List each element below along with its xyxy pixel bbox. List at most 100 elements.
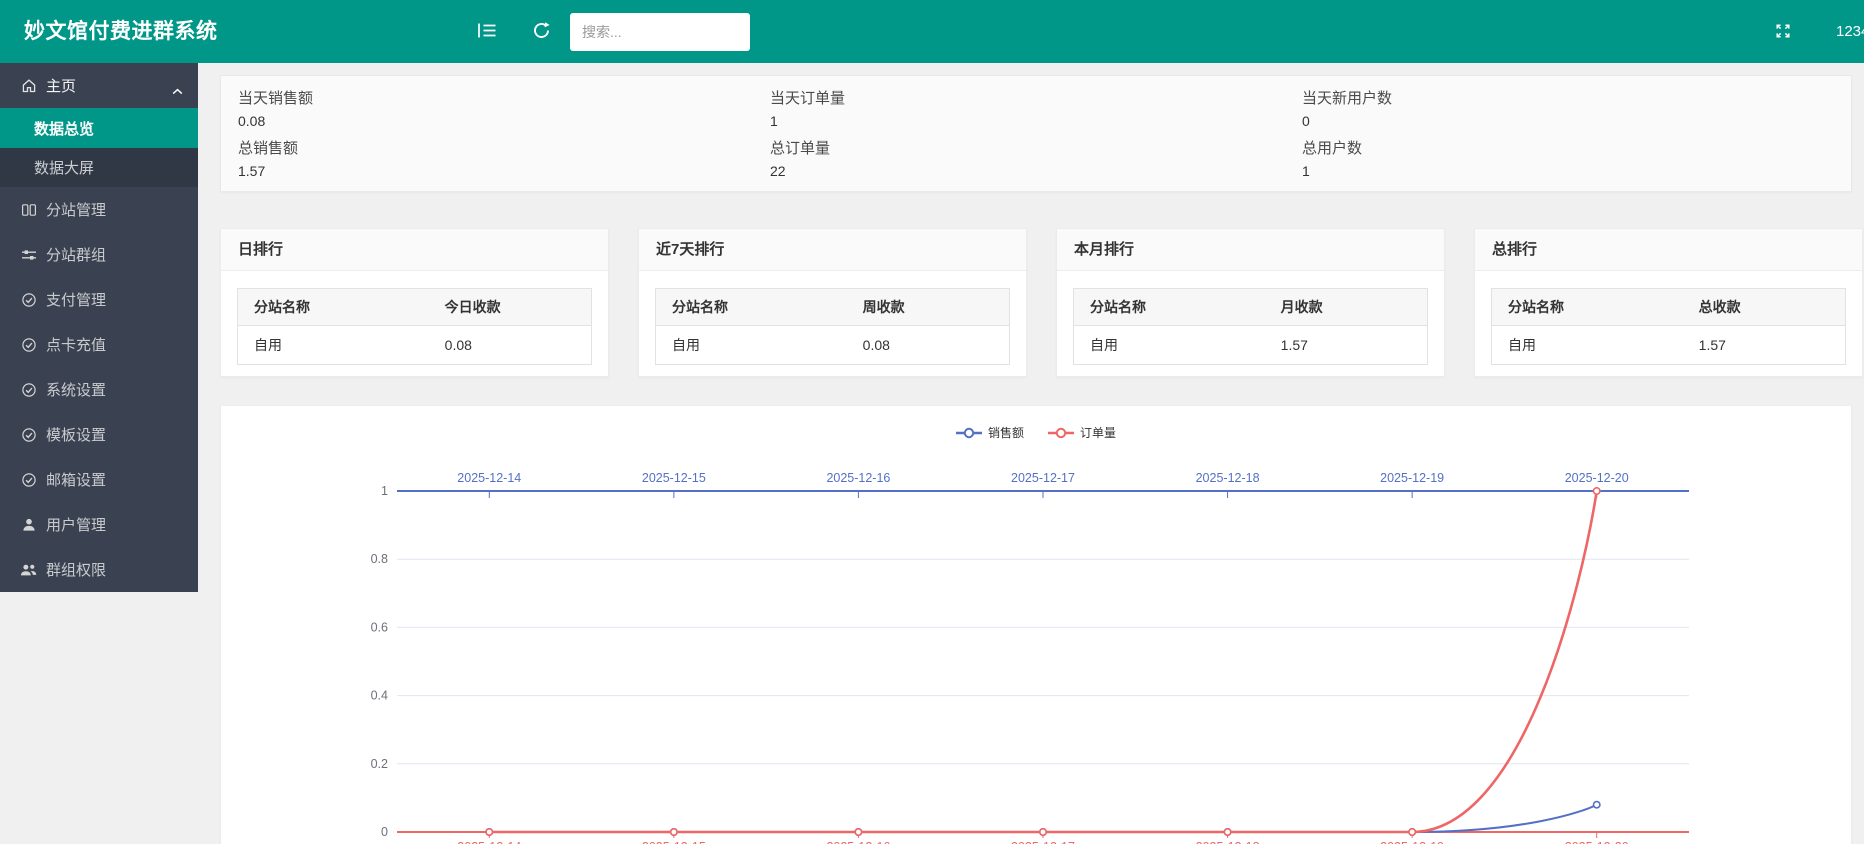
ranking-card: 日排行分站名称今日收款自用0.08	[220, 228, 609, 377]
stat-cell: 总用户数1	[1302, 139, 1834, 181]
svg-text:1: 1	[381, 484, 388, 498]
ranking-table-header: 分站名称	[656, 289, 847, 326]
ranking-table-cell: 自用	[1492, 326, 1683, 365]
svg-text:0: 0	[381, 825, 388, 839]
ranking-table-cell: 自用	[238, 326, 429, 365]
collapse-menu-icon[interactable]	[474, 17, 500, 43]
ranking-table: 分站名称周收款自用0.08	[655, 288, 1010, 365]
stat-cell: 当天销售额0.08	[238, 89, 770, 131]
stat-label: 当天销售额	[238, 89, 770, 109]
ranking-table-header: 分站名称	[1074, 289, 1265, 326]
home-icon	[20, 77, 37, 94]
refresh-icon[interactable]	[528, 17, 554, 43]
legend-label: 订单量	[1080, 424, 1116, 441]
app-title: 妙文馆付费进群系统	[24, 0, 218, 63]
sidebar-subitem[interactable]: 数据大屏	[0, 148, 198, 187]
svg-text:0.6: 0.6	[371, 620, 388, 634]
sidebar-nav: 主页数据总览数据大屏分站管理分站群组支付管理点卡充值系统设置模板设置邮箱设置用户…	[0, 63, 198, 592]
table-row: 自用1.57	[1074, 326, 1428, 365]
sidebar-item[interactable]: 系统设置	[0, 367, 198, 412]
sidebar-item-label: 点卡充值	[46, 334, 106, 355]
svg-text:0.2: 0.2	[371, 757, 388, 771]
stat-label: 当天订单量	[770, 89, 1302, 109]
ranking-table: 分站名称今日收款自用0.08	[237, 288, 592, 365]
fullscreen-icon[interactable]	[1770, 18, 1796, 44]
stat-value: 0	[1302, 111, 1834, 131]
columns-icon	[20, 201, 37, 218]
svg-text:2025-12-15: 2025-12-15	[642, 471, 706, 485]
stat-cell: 总销售额1.57	[238, 139, 770, 181]
legend-item[interactable]: 订单量	[1048, 424, 1116, 441]
ranking-table: 分站名称月收款自用1.57	[1073, 288, 1428, 365]
user-icon	[20, 516, 37, 533]
ranking-card-title: 近7天排行	[639, 229, 1026, 271]
svg-text:2025-12-14: 2025-12-14	[457, 471, 521, 485]
line-chart: 2025-12-142025-12-152025-12-162025-12-17…	[221, 406, 1851, 844]
sidebar-item[interactable]: 点卡充值	[0, 322, 198, 367]
sidebar-item[interactable]: 分站管理	[0, 187, 198, 232]
ranking-card-body: 分站名称月收款自用1.57	[1057, 271, 1444, 365]
username-menu[interactable]: 12345	[1836, 0, 1864, 63]
ranking-card-title: 日排行	[221, 229, 608, 271]
sidebar-item[interactable]: 邮箱设置	[0, 457, 198, 502]
sidebar-item[interactable]: 群组权限	[0, 547, 198, 592]
ranking-table-header: 今日收款	[429, 289, 592, 326]
main-content: 当天销售额0.08当天订单量1当天新用户数0总销售额1.57总订单量22总用户数…	[198, 63, 1864, 844]
svg-text:2025-12-17: 2025-12-17	[1011, 840, 1075, 844]
sidebar-item-label: 用户管理	[46, 514, 106, 535]
ranking-card-title: 总排行	[1475, 229, 1862, 271]
ranking-table-header: 总收款	[1683, 289, 1846, 326]
sidebar-subitem-label: 数据大屏	[34, 157, 94, 178]
ranking-card-title: 本月排行	[1057, 229, 1444, 271]
sidebar-item[interactable]: 用户管理	[0, 502, 198, 547]
sidebar-subitem[interactable]: 数据总览	[0, 108, 198, 148]
sales-orders-chart-card: 销售额订单量 2025-12-142025-12-152025-12-16202…	[220, 405, 1852, 844]
svg-text:2025-12-19: 2025-12-19	[1380, 471, 1444, 485]
sidebar-item-label: 分站管理	[46, 199, 106, 220]
stat-label: 总销售额	[238, 139, 770, 159]
sidebar-item-label: 支付管理	[46, 289, 106, 310]
ranking-card-body: 分站名称总收款自用1.57	[1475, 271, 1862, 365]
legend-line-marker-icon	[956, 427, 982, 439]
ranking-card: 总排行分站名称总收款自用1.57	[1474, 228, 1863, 377]
ranking-cards-row: 日排行分站名称今日收款自用0.08近7天排行分站名称周收款自用0.08本月排行分…	[220, 228, 1852, 377]
sidebar-item[interactable]: 模板设置	[0, 412, 198, 457]
stat-value: 1	[1302, 161, 1834, 181]
svg-text:2025-12-19: 2025-12-19	[1380, 840, 1444, 844]
ranking-table-cell: 0.08	[429, 326, 592, 365]
search-input[interactable]	[570, 13, 750, 51]
ranking-card: 本月排行分站名称月收款自用1.57	[1056, 228, 1445, 377]
badge-check-icon	[20, 426, 37, 443]
sidebar-item[interactable]: 分站群组	[0, 232, 198, 277]
svg-text:2025-12-14: 2025-12-14	[457, 840, 521, 844]
sidebar-item-label: 分站群组	[46, 244, 106, 265]
sidebar-item-label: 群组权限	[46, 559, 106, 580]
table-row: 自用1.57	[1492, 326, 1846, 365]
stat-cell: 总订单量22	[770, 139, 1302, 181]
table-row: 自用0.08	[656, 326, 1010, 365]
ranking-table-header: 分站名称	[238, 289, 429, 326]
stat-label: 总订单量	[770, 139, 1302, 159]
stat-value: 1	[770, 111, 1302, 131]
badge-check-icon	[20, 291, 37, 308]
stat-label: 当天新用户数	[1302, 89, 1834, 109]
sidebar-item-label: 系统设置	[46, 379, 106, 400]
legend-line-marker-icon	[1048, 427, 1074, 439]
ranking-card: 近7天排行分站名称周收款自用0.08	[638, 228, 1027, 377]
chart-legend: 销售额 订单量	[221, 424, 1851, 441]
ranking-table-cell: 自用	[656, 326, 847, 365]
stat-cell: 当天订单量1	[770, 89, 1302, 131]
sidebar-item[interactable]: 主页	[0, 63, 198, 108]
svg-text:2025-12-18: 2025-12-18	[1196, 840, 1260, 844]
sidebar-item[interactable]: 支付管理	[0, 277, 198, 322]
ranking-table-cell: 0.08	[847, 326, 1010, 365]
sidebar-item-label: 模板设置	[46, 424, 106, 445]
stat-label: 总用户数	[1302, 139, 1834, 159]
legend-item[interactable]: 销售额	[956, 424, 1024, 441]
badge-check-icon	[20, 336, 37, 353]
svg-text:0.8: 0.8	[371, 552, 388, 566]
badge-check-icon	[20, 381, 37, 398]
stat-value: 0.08	[238, 111, 770, 131]
sidebar-item-label: 主页	[46, 75, 76, 96]
sidebar-subitem-label: 数据总览	[34, 118, 94, 139]
